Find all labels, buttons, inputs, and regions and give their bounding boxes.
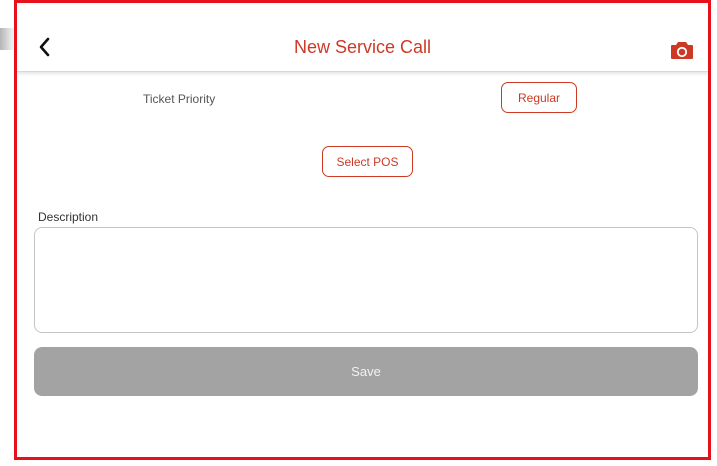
camera-icon — [671, 42, 693, 59]
save-button[interactable]: Save — [34, 347, 698, 396]
description-label: Description — [38, 210, 99, 224]
priority-select-button[interactable]: Regular — [501, 82, 577, 113]
select-pos-button[interactable]: Select POS — [322, 146, 413, 177]
ticket-priority-label: Ticket Priority — [143, 92, 216, 106]
app-screen: New Service Call Ticket Priority Regular… — [14, 0, 711, 460]
description-input[interactable] — [34, 227, 698, 333]
nav-header: New Service Call — [17, 3, 708, 72]
page-title: New Service Call — [293, 37, 432, 57]
camera-button[interactable] — [670, 39, 694, 61]
